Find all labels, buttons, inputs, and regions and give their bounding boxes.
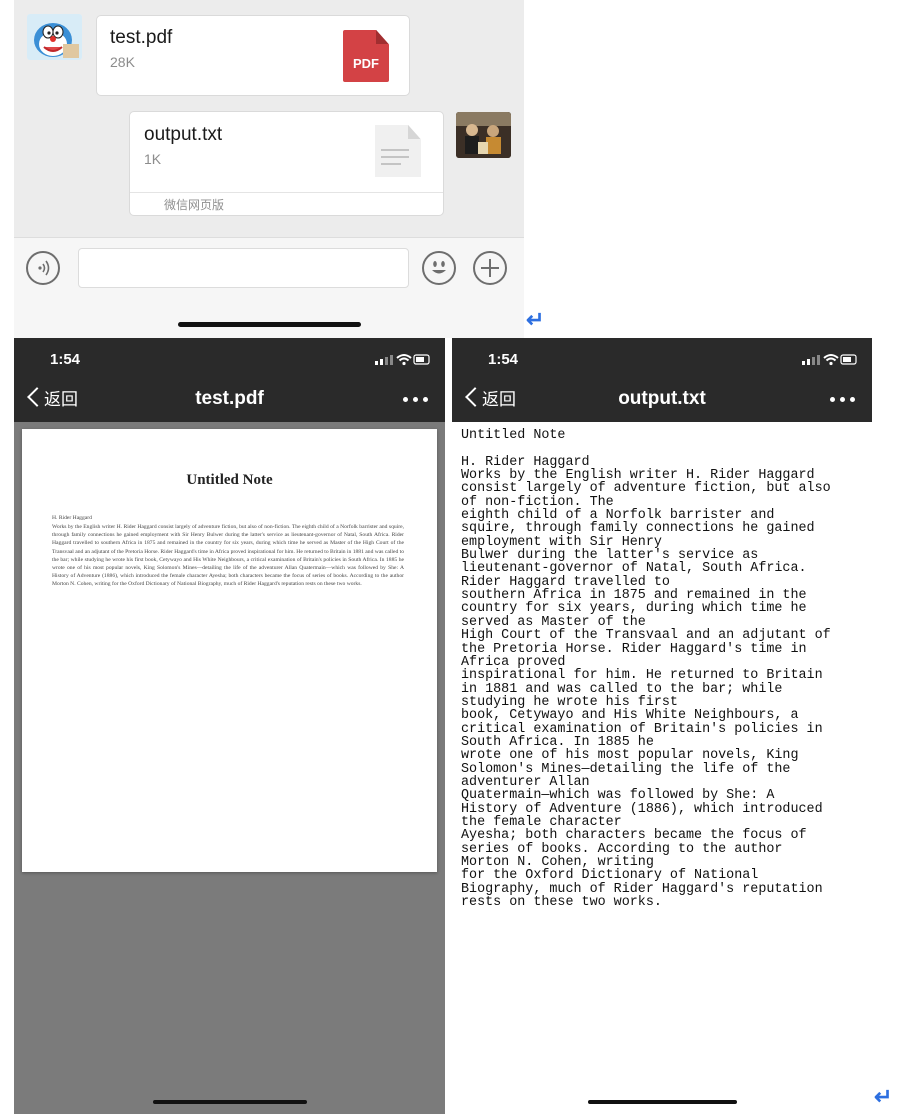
return-arrow-icon: ↵ [874, 1084, 893, 1109]
more-button[interactable] [830, 392, 856, 408]
voice-button[interactable] [26, 251, 60, 285]
return-arrow-icon: ↵ [526, 307, 545, 332]
navigation-bar: 返回 test.pdf [14, 380, 445, 422]
voice-icon [38, 260, 50, 276]
home-indicator [588, 1100, 737, 1104]
home-indicator [153, 1100, 307, 1104]
status-bar: 1:54 [452, 338, 872, 380]
text-content: Untitled Note H. Rider Haggard Works by … [461, 428, 831, 911]
document-body: Works by the English writer H. Rider Hag… [52, 524, 404, 588]
divider [130, 192, 443, 193]
more-functions-button[interactable] [473, 251, 507, 285]
signal-icon [802, 355, 820, 365]
page-title: output.txt [618, 388, 706, 409]
file-message-txt[interactable]: output.txt 1K 微信网页版 [129, 111, 444, 216]
status-icons [802, 354, 857, 366]
status-bar: 1:54 [14, 338, 445, 380]
message-source: 微信网页版 [164, 198, 225, 212]
file-name: test.pdf [110, 27, 173, 48]
file-size: 28K [110, 54, 135, 70]
wifi-icon [823, 354, 839, 366]
emoji-icon [432, 261, 446, 274]
text-viewer-screen: 1:54 返回 output.txt Untitled Note H. Ride… [452, 338, 872, 1114]
status-icons [375, 354, 430, 366]
file-message-pdf[interactable]: test.pdf 28K PDF [96, 15, 410, 96]
photo-avatar-icon [456, 112, 511, 158]
contact-avatar[interactable] [27, 14, 82, 60]
wifi-icon [396, 354, 412, 366]
battery-icon [840, 354, 857, 365]
status-time: 1:54 [488, 351, 519, 368]
page-title: test.pdf [195, 388, 264, 409]
file-name: output.txt [144, 124, 223, 145]
message-input[interactable] [78, 248, 409, 288]
pdf-file-icon: PDF [343, 30, 389, 82]
document-author: H. Rider Haggard [52, 515, 92, 521]
own-avatar[interactable] [456, 112, 511, 158]
pdf-viewer-screen: 1:54 返回 test.pdf Untitled Note H. Rider … [14, 338, 445, 1114]
signal-icon [375, 355, 393, 365]
file-size: 1K [144, 151, 162, 167]
document-heading: Untitled Note [186, 472, 273, 488]
home-indicator [178, 322, 361, 327]
battery-icon [413, 354, 430, 365]
text-file-icon [375, 125, 421, 177]
more-button[interactable] [403, 392, 429, 408]
emoji-button[interactable] [422, 251, 456, 285]
navigation-bar: 返回 output.txt [452, 380, 872, 422]
plus-icon [481, 259, 499, 277]
cartoon-avatar-icon [27, 14, 82, 60]
pdf-page: Untitled Note H. Rider Haggard Works by … [22, 429, 437, 872]
status-time: 1:54 [50, 351, 81, 368]
chat-input-bar [14, 237, 524, 338]
chat-screen: test.pdf 28K PDF output.txt 1K 微信网页版 [14, 0, 524, 338]
pdf-icon-label: PDF [353, 56, 379, 71]
